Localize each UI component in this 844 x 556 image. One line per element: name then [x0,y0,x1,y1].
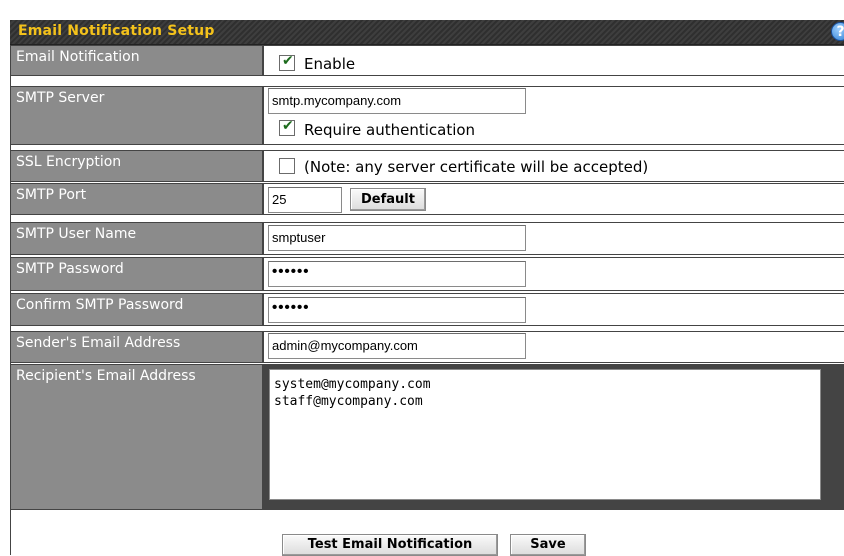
label-ssl-encryption: SSL Encryption [11,151,262,181]
row-smtp-server: SMTP Server smtp.mycompany.com ✔ Require… [10,86,844,145]
ssl-note: (Note: any server certificate will be ac… [304,158,649,176]
help-icon[interactable]: ? [831,22,844,41]
row-smtp-port: SMTP Port 25 Default [10,183,844,215]
row-email-notification: Email Notification ✔ Enable [10,45,844,76]
label-smtp-password: SMTP Password [11,258,262,290]
check-icon: ✔ [282,53,294,69]
test-email-button[interactable]: Test Email Notification [282,534,498,556]
label-confirm-password: Confirm SMTP Password [11,294,262,325]
enable-label: Enable [304,55,356,73]
recipient-email-textarea[interactable]: system@mycompany.com staff@mycompany.com [269,369,821,500]
row-smtp-password: SMTP Password •••••• [10,257,844,291]
check-icon: ✔ [282,118,294,134]
label-smtp-user: SMTP User Name [11,223,262,254]
row-confirm-password: Confirm SMTP Password •••••• [10,293,844,326]
default-port-button[interactable]: Default [350,188,426,211]
row-recipient-email: Recipient's Email Address system@mycompa… [10,364,844,510]
smtp-user-input[interactable]: smptuser [268,225,526,251]
label-sender-email: Sender's Email Address [11,332,262,362]
row-ssl-encryption: SSL Encryption (Note: any server certifi… [10,150,844,182]
row-sender-email: Sender's Email Address admin@mycompany.c… [10,331,844,363]
label-smtp-server: SMTP Server [11,87,262,144]
require-auth-label: Require authentication [304,121,476,139]
smtp-password-input[interactable]: •••••• [268,261,526,287]
ssl-checkbox[interactable] [279,158,295,174]
label-smtp-port: SMTP Port [11,184,262,214]
enable-checkbox[interactable]: ✔ [279,53,295,71]
require-auth-checkbox[interactable]: ✔ [279,118,295,136]
save-button[interactable]: Save [510,534,586,556]
row-smtp-user: SMTP User Name smptuser [10,222,844,255]
label-email-notification: Email Notification [11,46,262,75]
sender-email-input[interactable]: admin@mycompany.com [268,333,526,359]
smtp-server-input[interactable]: smtp.mycompany.com [268,88,526,114]
smtp-port-input[interactable]: 25 [268,187,342,213]
confirm-password-input[interactable]: •••••• [268,297,526,323]
section-title: Email Notification Setup [18,23,215,39]
label-recipient-email: Recipient's Email Address [11,365,262,509]
section-header: Email Notification Setup ? [10,20,844,45]
